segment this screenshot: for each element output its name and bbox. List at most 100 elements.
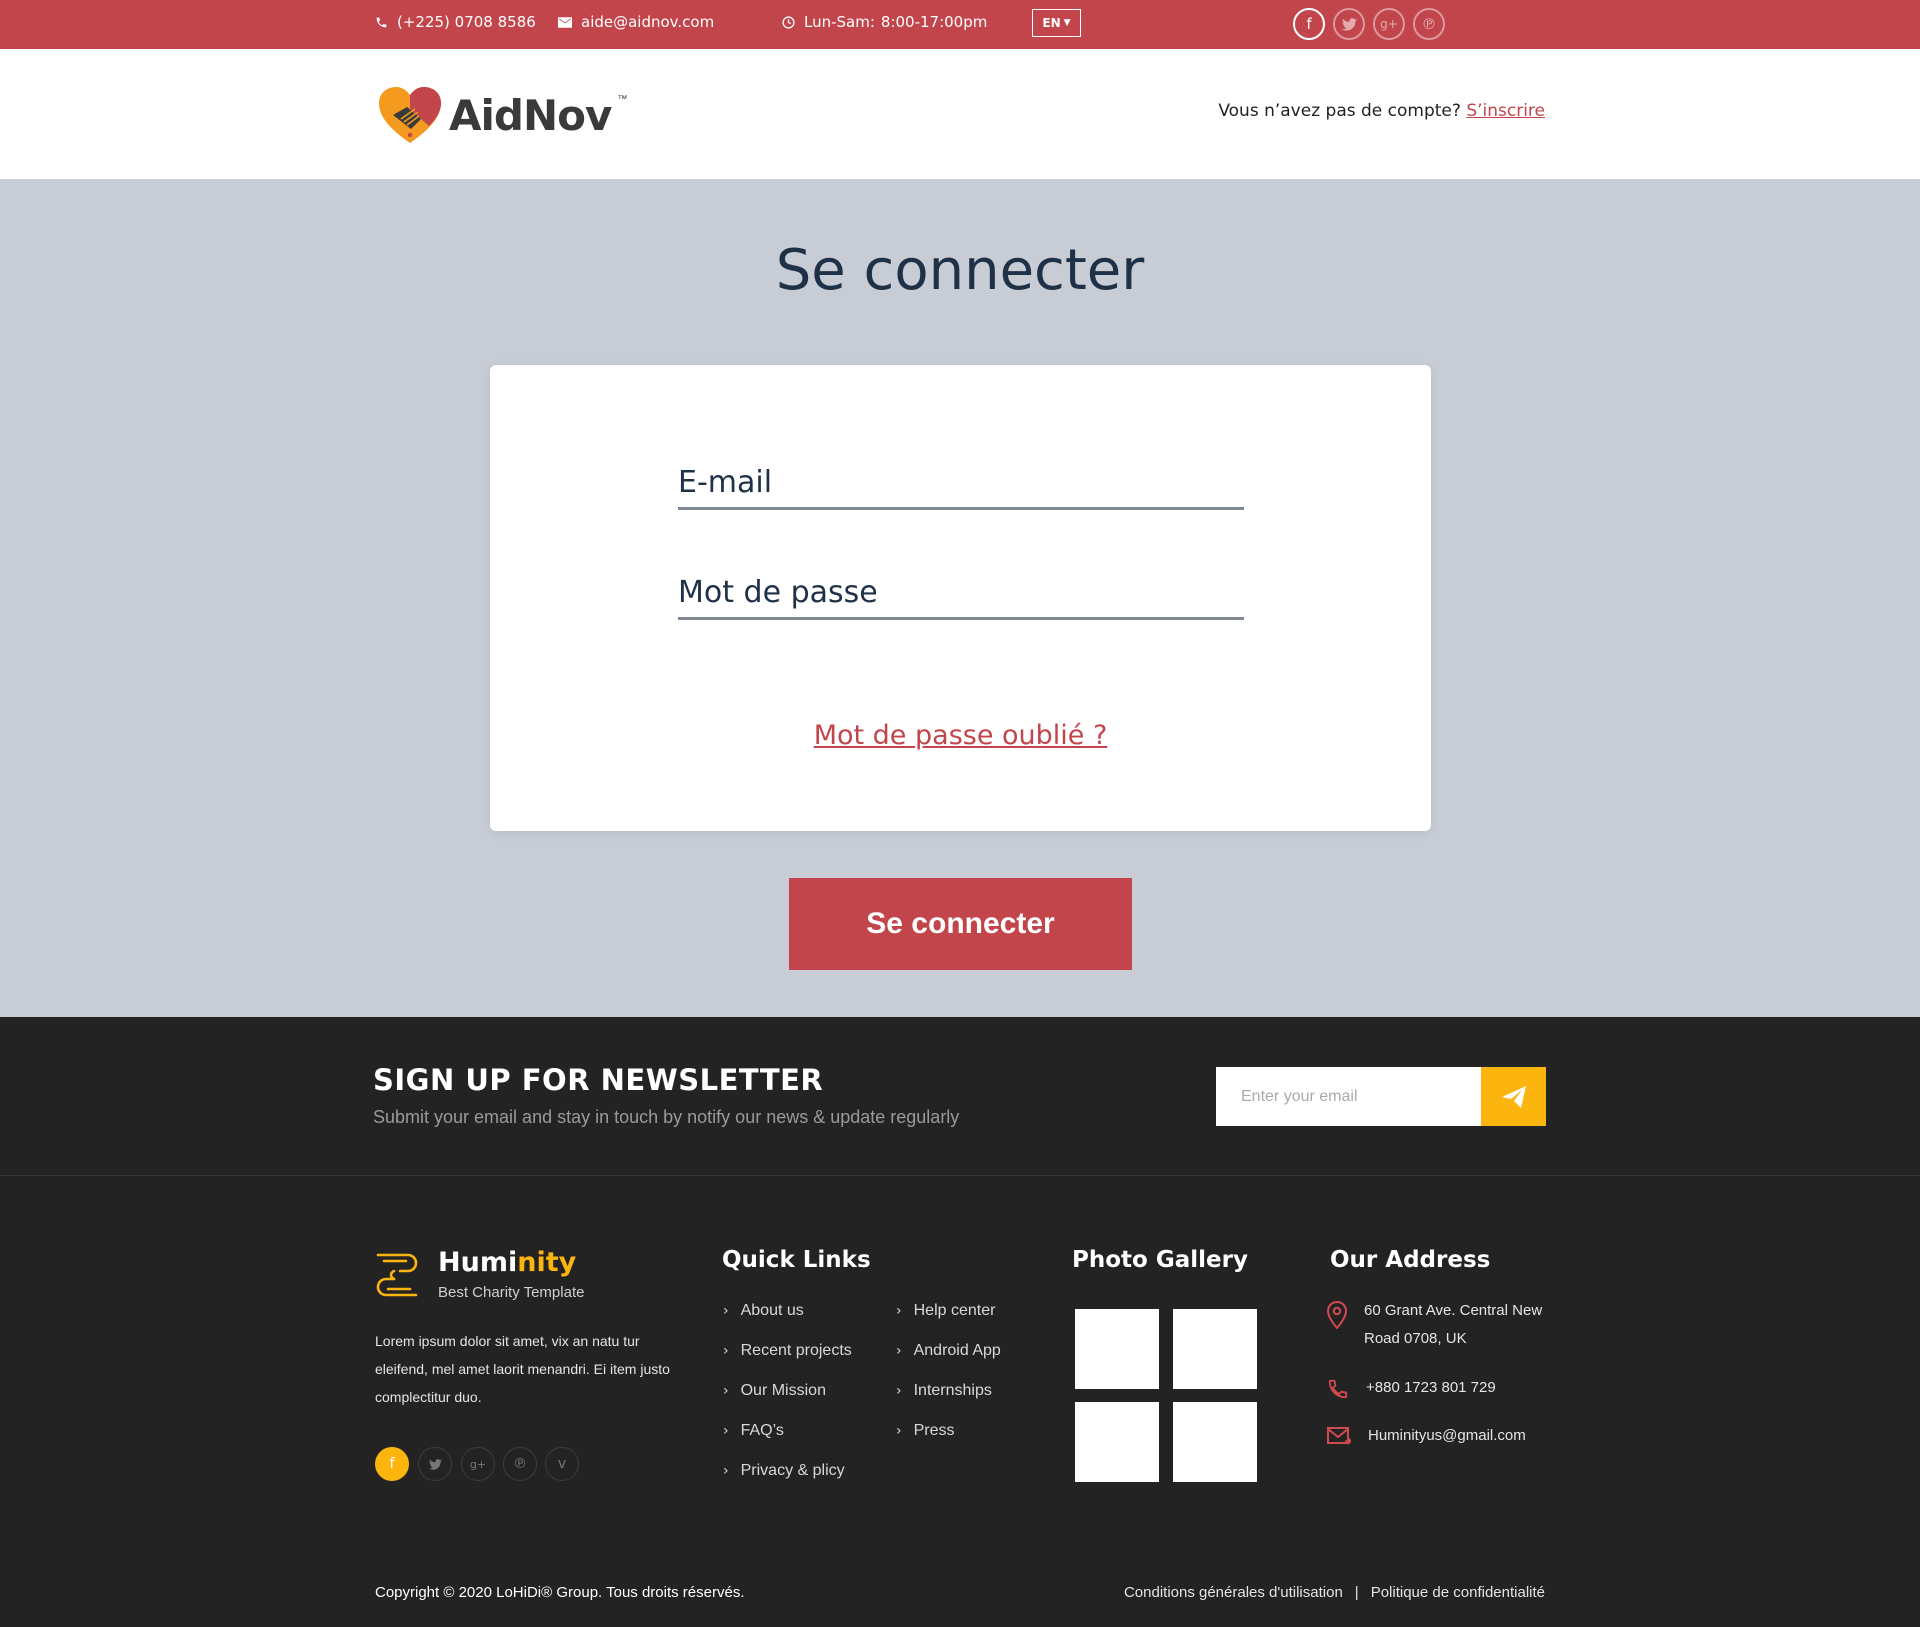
quick-link-label: Privacy & plicy	[740, 1462, 845, 1479]
photo-gallery-title: Photo Gallery	[1072, 1247, 1248, 1273]
footer-brand-text: Huminity Best Charity Template	[438, 1247, 584, 1303]
footer-brand-name: Huminity	[438, 1247, 584, 1278]
newsletter-subtitle: Submit your email and stay in touch by n…	[373, 1107, 960, 1127]
top-bar: (+225) 0708 8586 aide@aidnov.com Lun-Sam…	[0, 0, 1920, 49]
footer-email[interactable]: Huminityus@gmail.com	[1327, 1422, 1526, 1450]
paper-plane-icon	[1501, 1085, 1526, 1108]
email-field[interactable]	[678, 450, 1244, 507]
quick-link-privacy[interactable]: › Privacy & plicy	[723, 1462, 845, 1480]
google-plus-icon[interactable]: g+	[461, 1447, 495, 1481]
language-selector[interactable]: EN ▼	[1032, 9, 1081, 37]
top-bar-email-text: aide@aidnov.com	[581, 13, 715, 31]
site-header: AidNov ™ Vous n’avez pas de compte? S’in…	[0, 49, 1920, 179]
signup-prompt: Vous n’avez pas de compte? S’inscrire	[1218, 101, 1545, 121]
chevron-right-icon: ›	[723, 1423, 729, 1439]
privacy-link[interactable]: Politique de confidentialité	[1371, 1584, 1545, 1601]
chevron-right-icon: ›	[896, 1343, 902, 1359]
address-line-2: Road 0708, UK	[1364, 1330, 1467, 1347]
legal-links: Conditions générales d'utilisation | Pol…	[1124, 1584, 1545, 1601]
footer-brand[interactable]: Huminity Best Charity Template	[374, 1247, 584, 1303]
envelope-icon	[1327, 1427, 1351, 1445]
chevron-right-icon: ›	[723, 1463, 729, 1479]
forgot-password-link[interactable]: Mot de passe oublié ?	[814, 720, 1108, 751]
newsletter-form	[1216, 1067, 1546, 1126]
forgot-password-wrapper: Mot de passe oublié ?	[490, 720, 1431, 751]
password-field[interactable]	[678, 560, 1244, 617]
clock-icon	[782, 15, 795, 29]
pinterest-icon[interactable]: ℗	[503, 1447, 537, 1481]
top-bar-hours: Lun-Sam: 8:00-17:00pm	[782, 0, 987, 44]
pinterest-icon[interactable]: ℗	[1413, 8, 1445, 40]
chevron-right-icon: ›	[723, 1303, 729, 1319]
google-plus-icon[interactable]: g+	[1373, 8, 1405, 40]
top-bar-email[interactable]: aide@aidnov.com	[558, 0, 714, 44]
login-button[interactable]: Se connecter	[789, 878, 1132, 970]
chevron-right-icon: ›	[896, 1303, 902, 1319]
chevron-right-icon: ›	[723, 1383, 729, 1399]
brand-logo[interactable]: AidNov ™	[377, 84, 627, 146]
footer-brand-name-part2: nity	[517, 1247, 577, 1278]
top-bar-hours-label: Lun-Sam:	[804, 13, 875, 31]
brand-trademark: ™	[617, 94, 628, 105]
quick-link-android-app[interactable]: › Android App	[896, 1342, 1001, 1360]
email-field-wrapper	[678, 450, 1244, 510]
footer-phone-text: +880 1723 801 729	[1366, 1379, 1496, 1396]
facebook-icon[interactable]: f	[1293, 8, 1325, 40]
our-address-title: Our Address	[1330, 1247, 1491, 1273]
language-value: EN	[1042, 16, 1061, 30]
quick-link-label: Our Mission	[740, 1382, 826, 1399]
top-bar-phone[interactable]: (+225) 0708 8586	[375, 0, 536, 44]
twitter-icon[interactable]	[418, 1447, 452, 1481]
signup-prompt-text: Vous n’avez pas de compte?	[1218, 101, 1461, 121]
quick-link-label: FAQ’s	[740, 1422, 784, 1439]
quick-link-faqs[interactable]: › FAQ’s	[723, 1422, 784, 1440]
quick-link-label: Press	[913, 1422, 955, 1439]
quick-link-label: Internships	[913, 1382, 992, 1399]
caret-down-icon: ▼	[1063, 18, 1071, 28]
vimeo-icon[interactable]: v	[545, 1447, 579, 1481]
footer-brand-tagline: Best Charity Template	[438, 1284, 585, 1301]
phone-icon	[1328, 1379, 1348, 1399]
twitter-icon[interactable]	[1333, 8, 1365, 40]
footer-address: 60 Grant Ave. Central New Road 0708, UK	[1327, 1297, 1542, 1353]
quick-link-mission[interactable]: › Our Mission	[723, 1382, 826, 1400]
heart-handshake-icon	[379, 87, 441, 143]
quick-link-about[interactable]: › About us	[723, 1302, 804, 1320]
footer-brand-name-part1: Humi	[438, 1247, 518, 1278]
address-line-1: 60 Grant Ave. Central New	[1364, 1302, 1543, 1319]
quick-link-help-center[interactable]: › Help center	[896, 1302, 995, 1320]
envelope-icon	[558, 16, 572, 28]
newsletter-title: SIGN UP FOR NEWSLETTER	[373, 1063, 824, 1097]
signup-link[interactable]: S’inscrire	[1466, 101, 1545, 121]
brand-name: AidNov	[449, 90, 612, 140]
quick-link-label: Help center	[913, 1302, 996, 1319]
chevron-right-icon: ›	[896, 1423, 902, 1439]
quick-link-internships[interactable]: › Internships	[896, 1382, 992, 1400]
gallery-thumbnail[interactable]	[1075, 1402, 1159, 1482]
chevron-right-icon: ›	[896, 1383, 902, 1399]
top-bar-hours-value: 8:00-17:00pm	[880, 13, 988, 31]
quick-links-title: Quick Links	[722, 1247, 871, 1273]
chevron-right-icon: ›	[723, 1343, 729, 1359]
map-pin-icon	[1327, 1301, 1347, 1329]
charity-hands-icon	[376, 1253, 418, 1297]
legal-separator: |	[1354, 1584, 1359, 1601]
footer-divider	[0, 1175, 1920, 1176]
gallery-thumbnail[interactable]	[1075, 1309, 1159, 1389]
password-field-wrapper	[678, 560, 1244, 620]
quick-link-recent-projects[interactable]: › Recent projects	[723, 1342, 852, 1360]
facebook-icon[interactable]: f	[375, 1447, 409, 1481]
quick-link-press[interactable]: › Press	[896, 1422, 955, 1440]
gallery-thumbnail[interactable]	[1173, 1402, 1257, 1482]
quick-link-label: About us	[740, 1302, 804, 1319]
phone-icon	[376, 17, 387, 27]
footer-address-text: 60 Grant Ave. Central New Road 0708, UK	[1364, 1297, 1542, 1353]
terms-link[interactable]: Conditions générales d'utilisation	[1124, 1584, 1343, 1601]
gallery-thumbnail[interactable]	[1173, 1309, 1257, 1389]
quick-link-label: Recent projects	[740, 1342, 852, 1359]
newsletter-email-input[interactable]	[1216, 1067, 1481, 1126]
footer-phone[interactable]: +880 1723 801 729	[1327, 1374, 1496, 1402]
copyright: Copyright © 2020 LoHiDi® Group. Tous dro…	[375, 1584, 745, 1601]
site-footer: SIGN UP FOR NEWSLETTER Submit your email…	[0, 1017, 1920, 1627]
newsletter-submit-button[interactable]	[1481, 1067, 1546, 1126]
